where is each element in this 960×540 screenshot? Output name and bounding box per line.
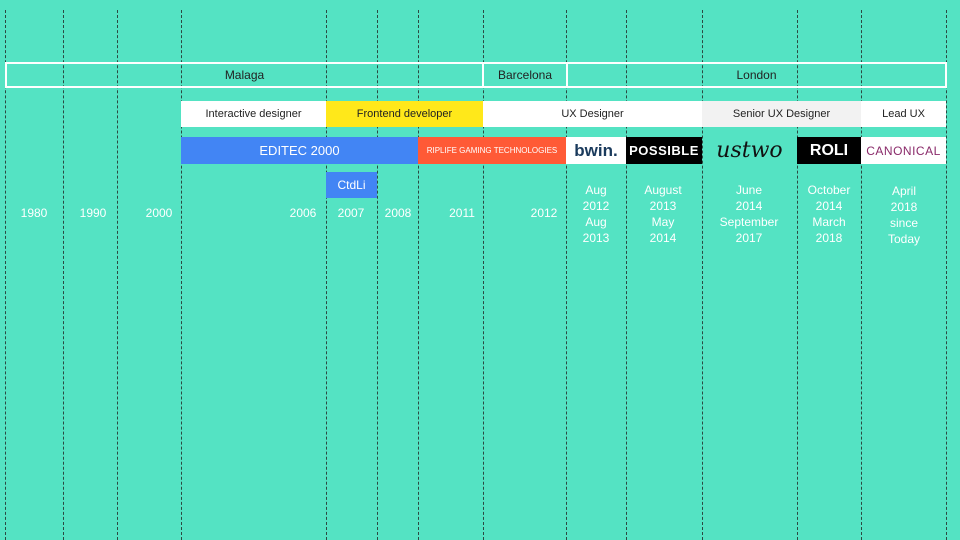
city-london: London	[566, 62, 947, 88]
date-line: August	[644, 183, 682, 197]
grid-line	[181, 10, 182, 540]
date-range-roli: October 2014 March 2018	[789, 182, 869, 246]
grid-line	[797, 10, 798, 540]
grid-line	[326, 10, 327, 540]
grid-line	[418, 10, 419, 540]
grid-line	[117, 10, 118, 540]
company-label: ustwo	[716, 138, 783, 163]
date-line: May	[651, 215, 675, 229]
date-line: 2018	[890, 200, 918, 214]
role-label: Lead UX	[882, 108, 925, 120]
date-line: June	[735, 183, 763, 197]
year-label: 2000	[145, 206, 173, 220]
date-line: 2017	[735, 231, 763, 245]
year-label: 1990	[79, 206, 107, 220]
company-roli-logo: ROLI	[797, 137, 861, 164]
date-line: September	[719, 215, 779, 229]
role-label: UX Designer	[561, 108, 624, 120]
company-possible-logo: POSSIBLE	[626, 137, 702, 164]
company-label: POSSIBLE	[629, 143, 699, 158]
date-range-ustwo: June 2014 September 2017	[709, 182, 789, 246]
date-line: October	[807, 183, 851, 197]
city-barcelona: Barcelona	[482, 62, 568, 88]
date-range-canonical: April 2018 since Today	[864, 183, 944, 247]
role-ux-designer: UX Designer	[483, 101, 702, 127]
grid-line	[63, 10, 64, 540]
role-label: Interactive designer	[205, 108, 302, 120]
date-line: 2014	[649, 231, 677, 245]
timeline-canvas: Malaga Barcelona London Interactive desi…	[0, 0, 960, 540]
company-ctdli: CtdLi	[326, 172, 377, 198]
company-editec: EDITEC 2000	[181, 137, 418, 164]
role-frontend-developer: Frontend developer	[326, 101, 483, 127]
date-line: 2014	[815, 199, 843, 213]
grid-line	[626, 10, 627, 540]
role-senior-ux-designer: Senior UX Designer	[702, 101, 861, 127]
date-line: March	[812, 215, 846, 229]
grid-line	[861, 10, 862, 540]
grid-line	[702, 10, 703, 540]
grid-line	[5, 10, 6, 540]
date-range-possible: August 2013 May 2014	[623, 182, 703, 246]
date-line: since	[889, 216, 918, 230]
date-line: 2013	[649, 199, 677, 213]
city-malaga: Malaga	[5, 62, 484, 88]
role-lead-ux: Lead UX	[861, 101, 946, 127]
company-label: CtdLi	[337, 178, 366, 192]
city-label: London	[736, 68, 777, 82]
company-riplife: RIPLIFE GAMING TECHNOLOGIES	[418, 137, 566, 164]
role-interactive-designer: Interactive designer	[181, 101, 326, 127]
year-label: 2011	[449, 206, 475, 220]
company-label: ROLI	[809, 141, 849, 159]
grid-line	[566, 10, 567, 540]
grid-line	[377, 10, 378, 540]
company-ustwo-logo: ustwo	[702, 137, 797, 164]
date-line: 2018	[815, 231, 843, 245]
date-line: Today	[887, 232, 921, 246]
date-line: 2014	[735, 199, 763, 213]
city-label: Barcelona	[497, 68, 553, 82]
year-label: 1980	[20, 206, 48, 220]
year-label: 2008	[384, 206, 412, 220]
company-bwin-logo: bwin.	[566, 137, 626, 164]
company-canonical-logo: CANONICAL	[861, 137, 946, 164]
role-label: Frontend developer	[356, 108, 453, 120]
company-label: EDITEC 2000	[259, 143, 340, 158]
company-label: RIPLIFE GAMING TECHNOLOGIES	[426, 146, 558, 155]
date-line: April	[891, 184, 916, 198]
grid-line	[483, 10, 484, 540]
city-label: Malaga	[224, 68, 265, 82]
role-label: Senior UX Designer	[732, 108, 831, 120]
grid-line	[946, 10, 947, 540]
company-label: bwin.	[574, 140, 618, 160]
company-label: CANONICAL	[866, 143, 941, 158]
